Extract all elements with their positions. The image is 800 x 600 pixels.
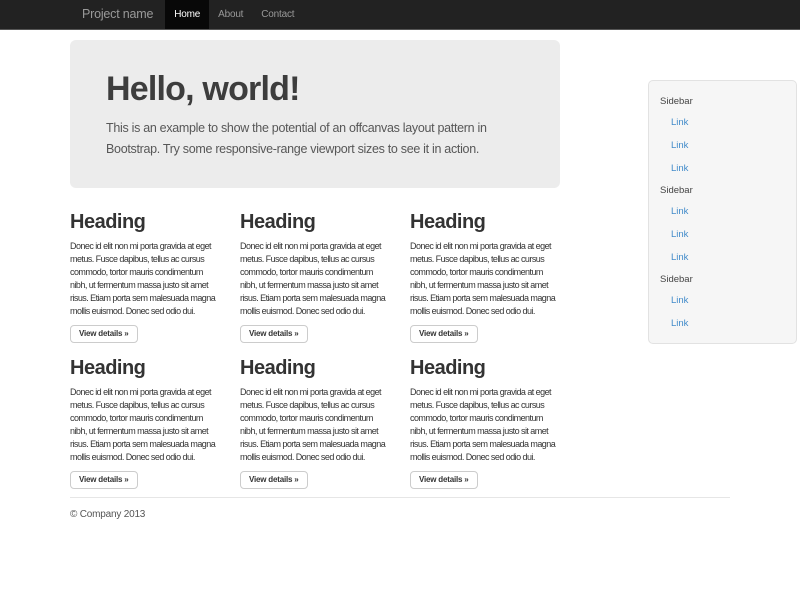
view-details-button-5[interactable]: View details »: [240, 471, 308, 489]
page-title: Hello, world!: [106, 70, 524, 108]
cards-grid: Heading Donec id elit non mi porta gravi…: [70, 210, 560, 489]
sidebar-heading-3: Sidebar: [649, 269, 796, 289]
card-3: Heading Donec id elit non mi porta gravi…: [410, 210, 560, 343]
navbar: Project name Home About Contact: [0, 0, 800, 30]
sidebar-link-3-1[interactable]: Link: [649, 289, 796, 312]
view-details-button-3[interactable]: View details »: [410, 325, 478, 343]
card-heading: Heading: [70, 210, 220, 234]
sidebar-link-1-2[interactable]: Link: [649, 134, 796, 157]
card-5: Heading Donec id elit non mi porta gravi…: [240, 356, 390, 489]
view-details-button-4[interactable]: View details »: [70, 471, 138, 489]
card-body-text: Donec id elit non mi porta gravida at eg…: [410, 386, 560, 464]
card-2: Heading Donec id elit non mi porta gravi…: [240, 210, 390, 343]
sidebar-link-2-1[interactable]: Link: [649, 200, 796, 223]
card-body-text: Donec id elit non mi porta gravida at eg…: [240, 240, 390, 318]
brand-link[interactable]: Project name: [70, 0, 165, 29]
card-4: Heading Donec id elit non mi porta gravi…: [70, 356, 220, 489]
sidebar-link-2-3[interactable]: Link: [649, 246, 796, 269]
nav-item-home[interactable]: Home: [165, 0, 209, 29]
view-details-button-1[interactable]: View details »: [70, 325, 138, 343]
card-heading: Heading: [410, 356, 560, 380]
footer: © Company 2013: [70, 497, 730, 570]
card-heading: Heading: [410, 210, 560, 234]
card-body-text: Donec id elit non mi porta gravida at eg…: [410, 240, 560, 318]
card-body-text: Donec id elit non mi porta gravida at eg…: [70, 386, 220, 464]
nav-item-contact[interactable]: Contact: [252, 0, 303, 29]
card-heading: Heading: [70, 356, 220, 380]
sidebar-heading-2: Sidebar: [649, 180, 796, 200]
sidebar-heading-1: Sidebar: [649, 91, 796, 111]
card-heading: Heading: [240, 210, 390, 234]
sidebar-link-2-2[interactable]: Link: [649, 223, 796, 246]
card-body-text: Donec id elit non mi porta gravida at eg…: [70, 240, 220, 318]
jumbotron-description: This is an example to show the potential…: [106, 118, 524, 160]
page-container: Hello, world! This is an example to show…: [70, 40, 730, 570]
view-details-button-6[interactable]: View details »: [410, 471, 478, 489]
sidebar: Sidebar Link Link Link Sidebar Link Link…: [648, 80, 797, 344]
card-1: Heading Donec id elit non mi porta gravi…: [70, 210, 220, 343]
sidebar-link-1-3[interactable]: Link: [649, 157, 796, 180]
card-6: Heading Donec id elit non mi porta gravi…: [410, 356, 560, 489]
card-heading: Heading: [240, 356, 390, 380]
navbar-inner: Project name Home About Contact: [70, 0, 730, 29]
sidebar-link-1-1[interactable]: Link: [649, 111, 796, 134]
nav-menu: Home About Contact: [165, 0, 303, 29]
copyright-text: © Company 2013: [70, 509, 730, 520]
sidebar-link-3-2[interactable]: Link: [649, 312, 796, 335]
jumbotron: Hello, world! This is an example to show…: [70, 40, 560, 188]
view-details-button-2[interactable]: View details »: [240, 325, 308, 343]
nav-item-about[interactable]: About: [209, 0, 252, 29]
card-body-text: Donec id elit non mi porta gravida at eg…: [240, 386, 390, 464]
